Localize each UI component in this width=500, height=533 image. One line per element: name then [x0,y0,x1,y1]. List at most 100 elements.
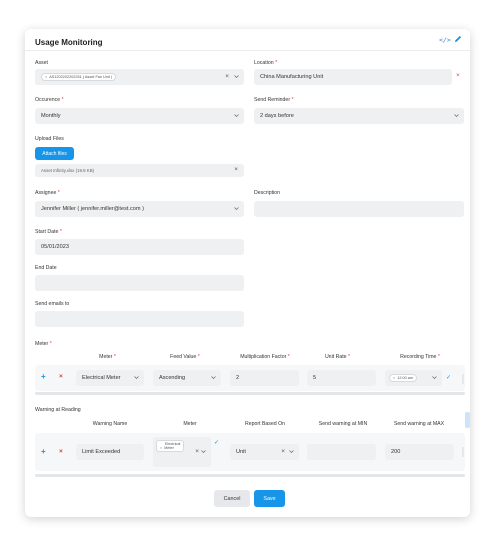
meter-select[interactable]: Electrical Meter [76,370,144,386]
chevron-down-icon[interactable] [201,449,206,454]
save-button[interactable]: Save [254,490,285,507]
chevron-down-icon[interactable] [289,449,294,454]
chevron-down-icon[interactable] [454,113,459,118]
multiplication-factor-input[interactable]: 2 [230,370,299,386]
meter-col-unit-rate-text: Unit Rate [324,354,347,360]
warning-max-value: 200 [391,449,401,455]
check-icon[interactable]: ✓ [446,375,451,381]
feed-value-select[interactable]: Ascending [153,370,221,386]
uploaded-file: Asset Infinity.xlsx (19.8 KB) × [35,164,244,177]
start-date-label-text: Start Date [35,229,59,235]
warning-max-input[interactable]: 200 [385,444,454,460]
upload-files-label: Upload Files [35,136,64,142]
warning-col-report-based-on: Report Based On [244,421,286,427]
send-reminder-label: Send Reminder * [254,97,294,103]
occurence-select[interactable]: Monthly [35,108,244,124]
plus-icon[interactable]: + [41,373,46,381]
warning-name-input[interactable]: Limit Exceeded [76,444,144,460]
required-marker: * [59,229,62,235]
chevron-down-icon[interactable] [432,375,437,380]
uploaded-file-name: Asset Infinity.xlsx (19.8 KB) [41,168,95,173]
send-reminder-select[interactable]: 2 days before [254,108,464,124]
warning-scrollbar[interactable] [35,474,465,477]
cancel-button[interactable]: Cancel [214,490,250,507]
chevron-down-icon[interactable] [234,206,239,211]
warning-meter-select[interactable]: Electrical × Meter × [153,437,211,467]
warning-col-max: Send warning at MAX [393,421,445,427]
required-marker: * [57,190,60,196]
warning-col-min: Send warning at MIN [318,421,368,427]
meter-col-recording-time: Recording Time * [385,354,455,360]
start-date-label: Start Date * [35,229,62,235]
edit-icon[interactable] [453,34,463,44]
assignee-label: Assignee * [35,190,60,196]
send-emails-input[interactable] [35,311,244,327]
description-input[interactable] [254,201,464,217]
code-icon[interactable]: </> [439,36,451,44]
report-based-on-value: Unit [236,449,246,455]
warning-row-overflow [462,447,464,457]
chevron-down-icon[interactable] [234,74,239,79]
plus-icon[interactable]: + [41,448,46,456]
meter-col-feed-value-text: Feed Value [170,354,197,360]
required-marker: * [197,354,200,360]
chevron-down-icon[interactable] [211,375,216,380]
chevron-down-icon[interactable] [234,113,239,118]
remove-file-icon[interactable]: × [234,166,238,174]
close-icon[interactable]: × [195,448,199,456]
assignee-select[interactable]: Jennifer Miller ( jennifer.miller@test.c… [35,201,244,217]
description-label: Description [254,190,280,196]
send-reminder-value: 2 days before [260,113,294,119]
meter-col-meter: Meter * [80,354,135,360]
required-marker: * [49,341,52,347]
meter-col-meter-text: Meter [99,354,113,360]
unit-rate-input[interactable]: 5 [307,370,376,386]
assignee-value: Jennifer Miller ( jennifer.miller@test.c… [41,206,144,212]
chip-remove-icon[interactable]: × [45,75,47,79]
feed-value-value: Ascending [159,375,186,381]
meter-col-recording-time-text: Recording Time [400,354,437,360]
location-input[interactable]: China Manufacturing Unit [254,69,452,85]
required-marker: * [291,97,294,103]
asset-select[interactable]: × AS1202202202251 ( Asset Fan Unit ) × [35,69,244,85]
check-icon[interactable]: ✓ [214,440,219,446]
header-divider [25,50,470,51]
attach-files-button[interactable]: Attach files [35,147,74,160]
recording-time-value: 12:00 am [397,376,414,380]
report-based-on-select[interactable]: Unit × [230,444,299,460]
location-label-text: Location [254,60,274,66]
clear-location-icon[interactable]: × [456,72,460,80]
chip-remove-icon[interactable]: × [393,376,395,380]
close-icon[interactable]: × [281,448,285,456]
recording-time-chip[interactable]: × 12:00 am [389,374,418,382]
close-icon[interactable]: × [225,73,229,81]
end-date-label: End Date [35,265,57,271]
chevron-down-icon[interactable] [134,375,139,380]
minus-icon[interactable]: × [59,448,63,456]
assignee-label-text: Assignee [35,190,57,196]
required-marker: * [348,354,351,360]
warning-scroll-indicator[interactable] [465,412,470,428]
warning-min-input[interactable] [307,444,376,460]
usage-monitoring-card: Usage Monitoring </> Asset × AS1202202202… [25,29,470,517]
location-value: China Manufacturing Unit [260,74,324,80]
warning-name-value: Limit Exceeded [82,449,121,455]
minus-icon[interactable]: × [59,373,63,381]
meter-scrollbar[interactable] [35,392,465,395]
occurence-value: Monthly [41,113,61,119]
asset-chip[interactable]: × AS1202202202251 ( Asset Fan Unit ) [41,73,117,81]
warning-col-meter: Meter [183,421,197,427]
required-marker: * [61,97,64,103]
chip-remove-icon[interactable]: × [160,446,162,450]
start-date-input[interactable]: 05/01/2023 [35,239,244,255]
required-marker: * [113,354,116,360]
meter-col-feed-value: Feed Value * [150,354,220,360]
meter-col-multiplication-factor: Multiplication Factor * [225,354,305,360]
recording-time-select[interactable]: × 12:00 am [385,370,442,386]
end-date-input[interactable] [35,275,244,291]
send-emails-label: Send emails to [35,301,70,307]
meter-col-multiplication-factor-text: Multiplication Factor [240,354,287,360]
warning-col-name: Warning Name [92,421,128,427]
warning-meter-chip[interactable]: Electrical × Meter [156,440,185,452]
warning-section-label: Warning at Reading [35,407,81,413]
